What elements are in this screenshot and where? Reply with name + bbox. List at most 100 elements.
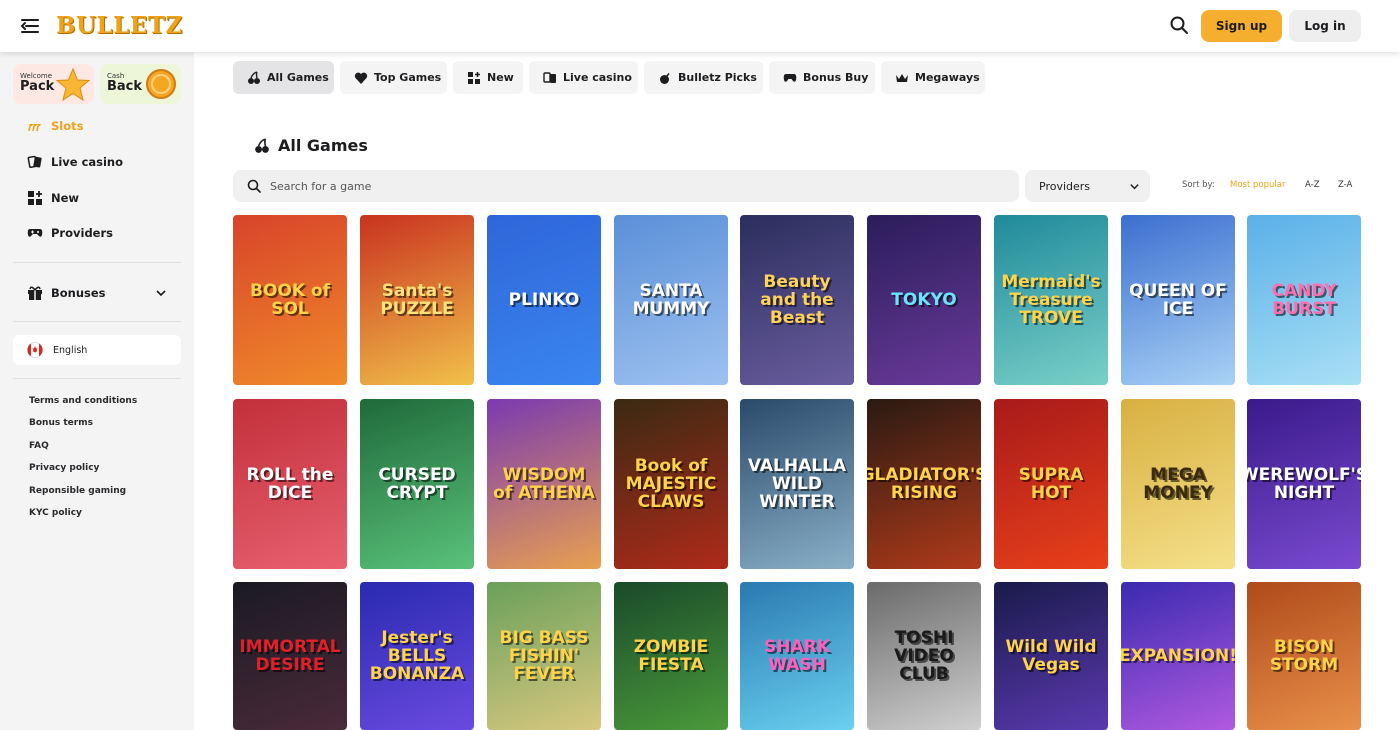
grid-plus-icon [28, 191, 42, 205]
sidebar-item-live-casino[interactable]: Live casino [27, 152, 123, 172]
tab-new[interactable]: New [453, 61, 523, 94]
tab-live-casino[interactable]: Live casino [529, 61, 638, 94]
tab-all-games[interactable]: All Games [233, 61, 334, 94]
top-header: BULLETZ Sign up Log in [0, 0, 1400, 52]
cashback-promo[interactable]: Cash Back [100, 64, 181, 104]
section-heading: All Games [254, 136, 368, 155]
sort-a-z[interactable]: A-Z [1305, 180, 1320, 190]
game-title: PLINKO [508, 290, 580, 310]
game-tile[interactable]: QUEEN OF ICE [1121, 215, 1235, 385]
tab-bulletz-picks[interactable]: Bulletz Picks [644, 61, 763, 94]
sidebar-item-slots[interactable]: Slots [27, 116, 83, 136]
game-tile[interactable]: Beauty and the Beast [740, 215, 854, 385]
search-icon [247, 179, 261, 193]
game-tile[interactable]: Santa's PUZZLE [360, 215, 474, 385]
game-tile[interactable]: WEREWOLF'S NIGHT [1247, 399, 1361, 569]
game-tile[interactable]: GLADIATOR'S RISING [867, 399, 981, 569]
providers-label: Providers [1039, 179, 1091, 193]
game-tile[interactable]: TOSHI VIDEO CLUB [867, 582, 981, 730]
sort-most-popular[interactable]: Most popular [1230, 180, 1285, 190]
sidebar-item-bonuses[interactable]: Bonuses [27, 283, 167, 303]
game-title: TOKYO [891, 290, 957, 310]
language-selector[interactable]: English [13, 335, 181, 365]
game-tile[interactable]: MEGA MONEY [1121, 399, 1235, 569]
sidebar-item-label: Live casino [51, 155, 124, 169]
game-tile[interactable]: EXPANSION! [1121, 582, 1235, 730]
game-title: EXPANSION! [1121, 646, 1235, 666]
game-tile[interactable]: ROLL the DICE [233, 399, 347, 569]
game-title: Mermaid's Treasure TROVE [1001, 272, 1101, 328]
cherries-icon [28, 124, 41, 132]
game-search [233, 170, 1019, 202]
coin-icon [146, 69, 176, 99]
game-tile[interactable]: IMMORTAL DESIRE [233, 582, 347, 730]
game-title: IMMORTAL DESIRE [239, 637, 341, 675]
game-tile[interactable]: Book of MAJESTIC CLAWS [614, 399, 728, 569]
login-button[interactable]: Log in [1289, 10, 1361, 42]
sidebar-item-providers[interactable]: Providers [27, 223, 113, 243]
game-title: TOSHI VIDEO CLUB [894, 628, 954, 684]
game-title: BIG BASS FISHIN' FEVER [499, 628, 589, 684]
search-input[interactable] [270, 179, 970, 193]
sort-z-a[interactable]: Z-A [1338, 180, 1352, 190]
game-tile[interactable]: ZOMBIE FIESTA [614, 582, 728, 730]
cherries-icon [255, 137, 269, 153]
game-title: VALHALLA WILD WINTER [747, 456, 847, 512]
game-title: QUEEN OF ICE [1129, 281, 1227, 319]
canada-flag-icon [27, 342, 43, 358]
game-title: MEGA MONEY [1143, 465, 1213, 503]
crown-icon [896, 73, 908, 82]
brand-logo[interactable]: BULLETZ [56, 12, 183, 39]
cards-icon [27, 155, 42, 169]
game-tile[interactable]: CANDY BURST [1247, 215, 1361, 385]
footer-link-privacy[interactable]: Privacy policy [29, 463, 99, 473]
game-title: ZOMBIE FIESTA [633, 637, 709, 675]
game-tile[interactable]: SANTA MUMMY [614, 215, 728, 385]
search-icon[interactable] [1168, 14, 1190, 36]
game-tile[interactable]: SUPRA HOT [994, 399, 1108, 569]
tab-label: All Games [267, 71, 329, 84]
tab-bonus-buy[interactable]: Bonus Buy [769, 61, 875, 94]
footer-link-responsible-gaming[interactable]: Reponsible gaming [29, 486, 126, 496]
game-title: Wild Wild Vegas [1005, 637, 1097, 675]
game-tile[interactable]: CURSED CRYPT [360, 399, 474, 569]
game-tile[interactable]: SHARK WASH [740, 582, 854, 730]
sidebar-divider [13, 378, 181, 379]
sidebar-divider [13, 321, 181, 322]
game-tile[interactable]: BOOK of SOL [233, 215, 347, 385]
gamepad-icon [783, 73, 797, 82]
game-title: SUPRA HOT [1018, 465, 1084, 503]
tab-megaways[interactable]: Megaways [881, 61, 985, 94]
game-tile[interactable]: PLINKO [487, 215, 601, 385]
game-tile[interactable]: BIG BASS FISHIN' FEVER [487, 582, 601, 730]
game-tile[interactable]: WISDOM of ATHENA [487, 399, 601, 569]
game-tile[interactable]: Jester's BELLS BONANZA [360, 582, 474, 730]
game-title: SANTA MUMMY [632, 281, 710, 319]
sidebar-item-new[interactable]: New [27, 188, 79, 208]
footer-link-faq[interactable]: FAQ [29, 441, 49, 451]
language-label: English [53, 344, 88, 356]
gamepad-icon [27, 229, 43, 237]
signup-button[interactable]: Sign up [1201, 10, 1282, 42]
heart-icon [354, 72, 368, 84]
tab-label: Bonus Buy [803, 71, 869, 84]
tab-top-games[interactable]: Top Games [340, 61, 447, 94]
footer-link-terms[interactable]: Terms and conditions [29, 396, 137, 406]
bomb-icon [660, 72, 670, 84]
game-tile[interactable]: BISON STORM [1247, 582, 1361, 730]
game-tile[interactable]: VALHALLA WILD WINTER [740, 399, 854, 569]
game-tile[interactable]: Mermaid's Treasure TROVE [994, 215, 1108, 385]
game-tile[interactable]: Wild Wild Vegas [994, 582, 1108, 730]
welcome-pack-promo[interactable]: Welcome Pack [13, 64, 94, 104]
page-title: All Games [278, 136, 368, 155]
gift-icon [28, 286, 42, 300]
game-title: WEREWOLF'S NIGHT [1247, 465, 1361, 503]
grid-plus-icon [468, 71, 480, 84]
providers-dropdown[interactable]: Providers [1025, 170, 1150, 202]
menu-collapse-icon[interactable] [19, 15, 41, 37]
sidebar-item-label: New [51, 191, 80, 205]
game-tile[interactable]: TOKYO [867, 215, 981, 385]
footer-link-bonus-terms[interactable]: Bonus terms [29, 418, 93, 428]
cards-icon [543, 71, 556, 83]
footer-link-kyc[interactable]: KYC policy [29, 508, 82, 518]
